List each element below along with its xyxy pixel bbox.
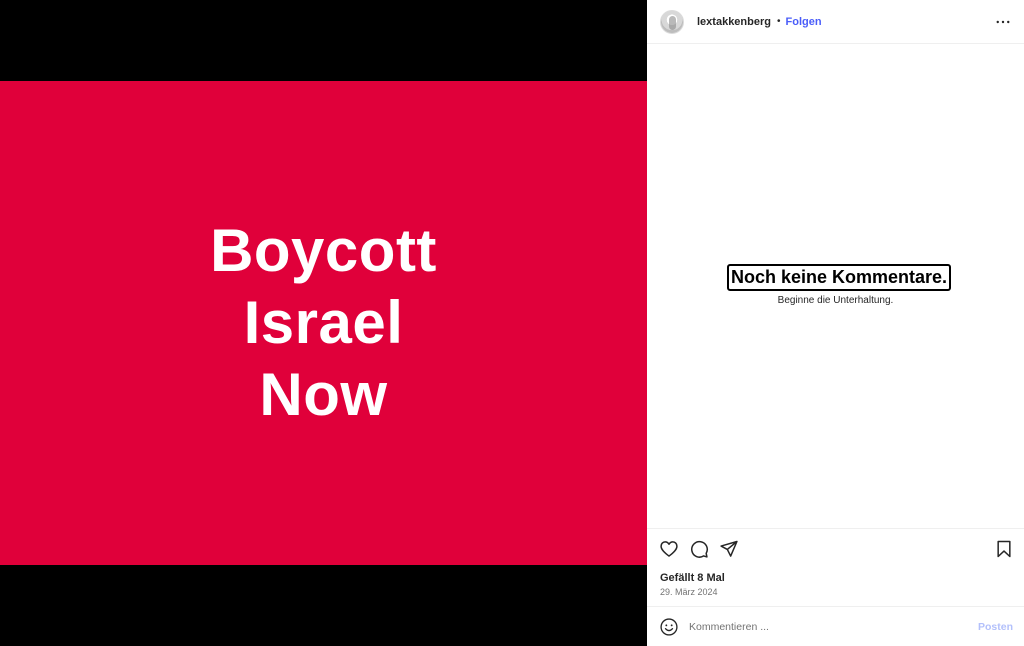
post-media: Boycott Israel Now	[0, 0, 647, 646]
post-image-text: Boycott Israel Now	[210, 215, 437, 431]
post-text-line-2: Israel	[243, 289, 404, 356]
likes-count[interactable]: Gefällt 8 Mal	[660, 572, 725, 584]
post-actions: Gefällt 8 Mal 29. März 2024	[647, 528, 1024, 606]
emoji-icon[interactable]	[659, 617, 679, 637]
share-icon[interactable]	[719, 539, 739, 559]
avatar[interactable]	[660, 9, 684, 34]
post-comment-button[interactable]: Posten	[978, 621, 1013, 633]
username-link[interactable]: lextakkenberg	[697, 16, 771, 28]
comment-input[interactable]	[689, 615, 969, 639]
follow-button[interactable]: Folgen	[786, 16, 822, 28]
no-comments-subtitle: Beginne die Unterhaltung.	[777, 295, 894, 306]
more-horizontal-icon[interactable]	[994, 13, 1012, 31]
post-text-line-3: Now	[259, 361, 388, 428]
separator-dot: •	[776, 16, 781, 27]
comments-section: Noch keine Kommentare. Beginne die Unter…	[647, 44, 1024, 528]
comment-icon[interactable]	[689, 539, 709, 559]
post-sidebar: lextakkenberg • Folgen Noch keine Kommen…	[647, 0, 1024, 646]
post-date[interactable]: 29. März 2024	[660, 587, 718, 597]
bookmark-icon[interactable]	[994, 539, 1014, 559]
comment-bar: Posten	[647, 606, 1024, 646]
post-header: lextakkenberg • Folgen	[647, 0, 1024, 44]
post-text-line-1: Boycott	[210, 217, 437, 284]
heart-icon[interactable]	[659, 539, 679, 559]
no-comments-title: Noch keine Kommentare.	[727, 264, 952, 291]
post-image[interactable]: Boycott Israel Now	[0, 81, 647, 565]
